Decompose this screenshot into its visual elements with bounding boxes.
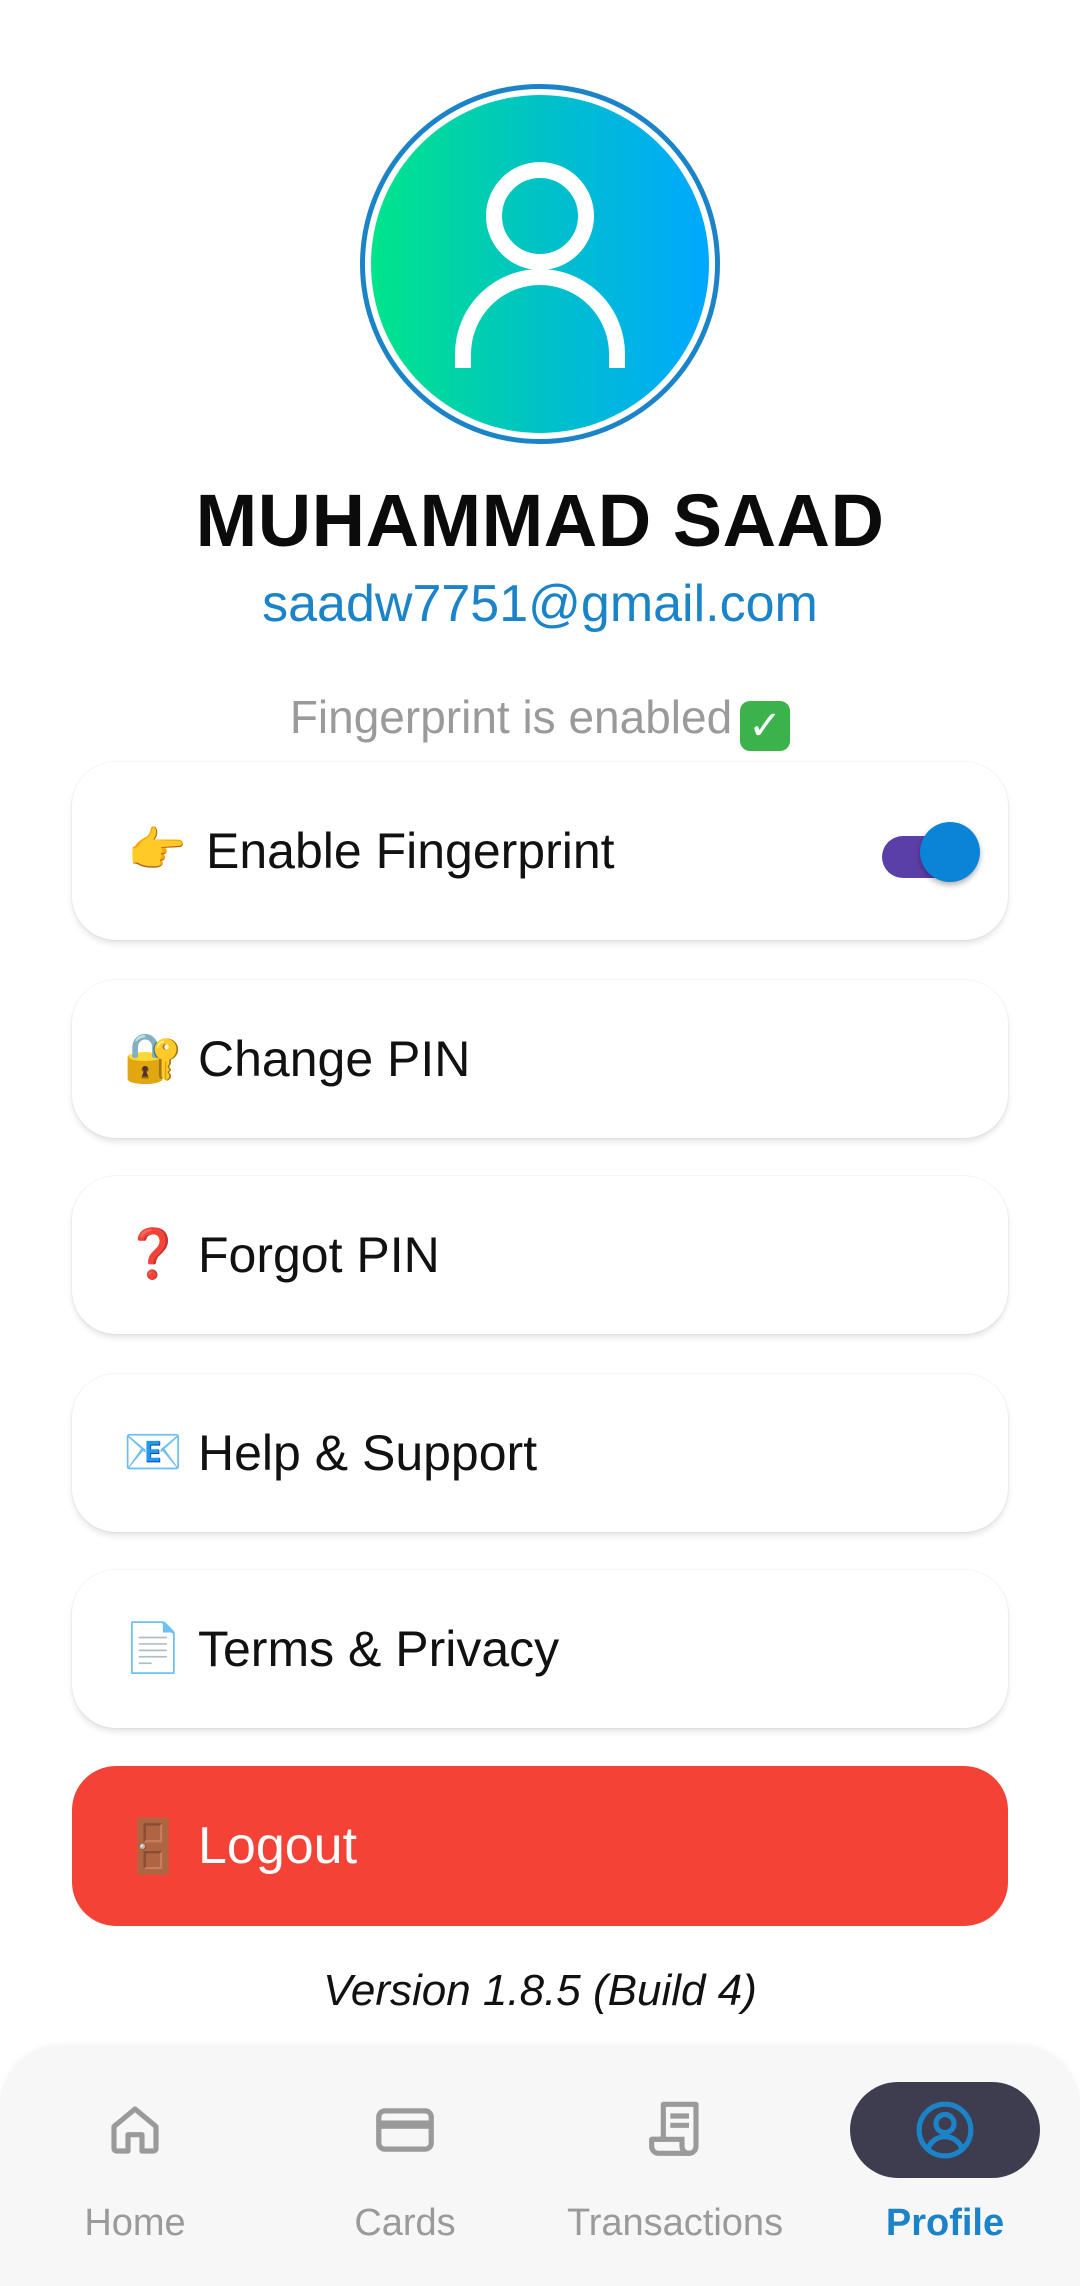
nav-transactions-label: Transactions [566,2202,784,2244]
bottom-navigation: Home Cards Transactions Profile [0,2046,1080,2286]
enable-fingerprint-label: Enable Fingerprint [206,823,615,879]
fingerprint-status-text: Fingerprint is enabled [289,691,733,743]
check-icon: ✓ [740,701,791,751]
avatar-circle [371,95,709,433]
nav-cards-icon-wrap [310,2082,500,2178]
change-pin-button[interactable]: 🔐 Change PIN [72,980,1008,1138]
lock-key-icon: 🔐 [123,1032,183,1085]
version-text: Version 1.8.5 (Build 4) [323,1966,757,2015]
document-icon: 📄 [123,1622,183,1675]
nav-transactions-icon-wrap [580,2082,770,2178]
person-icon [455,162,625,368]
terms-privacy-button[interactable]: 📄 Terms & Privacy [72,1570,1008,1728]
card-icon [376,2108,434,2152]
logout-label: Logout [198,1817,358,1875]
pointing-hand-icon: 👉 [127,824,187,877]
receipt-icon [649,2101,699,2156]
nav-home-label: Home [84,2202,186,2244]
nav-cards-label: Cards [354,2202,456,2244]
avatar[interactable] [360,84,720,444]
terms-privacy-label: Terms & Privacy [198,1621,560,1677]
enable-fingerprint-row[interactable]: 👉 Enable Fingerprint [72,762,1008,940]
home-icon [111,2106,159,2154]
nav-profile[interactable]: Profile [810,2046,1080,2286]
nav-transactions[interactable]: Transactions [540,2046,810,2286]
toggle-knob [920,822,980,882]
profile-screen: MUHAMMAD SAAD saadw7751@gmail.com Finger… [0,0,1080,2286]
help-support-label: Help & Support [198,1425,538,1481]
nav-profile-icon-wrap [850,2082,1040,2178]
nav-home[interactable]: Home [0,2046,270,2286]
nav-home-icon-wrap [40,2082,230,2178]
help-support-button[interactable]: 📧 Help & Support [72,1374,1008,1532]
logout-button[interactable]: 🚪 Logout [72,1766,1008,1926]
door-icon: 🚪 [120,1817,186,1876]
fingerprint-toggle[interactable] [880,820,980,882]
nav-profile-label: Profile [885,2202,1005,2244]
fingerprint-status: Fingerprint is enabled ✓ [0,690,1080,751]
user-name: MUHAMMAD SAAD [195,479,885,562]
email-icon: 📧 [123,1426,183,1479]
forgot-pin-button[interactable]: ❓ Forgot PIN [72,1176,1008,1334]
question-mark-icon: ❓ [123,1228,183,1281]
user-email: saadw7751@gmail.com [262,575,818,633]
nav-cards[interactable]: Cards [270,2046,540,2286]
forgot-pin-label: Forgot PIN [198,1227,440,1283]
change-pin-label: Change PIN [198,1031,471,1087]
profile-icon [916,2101,974,2159]
